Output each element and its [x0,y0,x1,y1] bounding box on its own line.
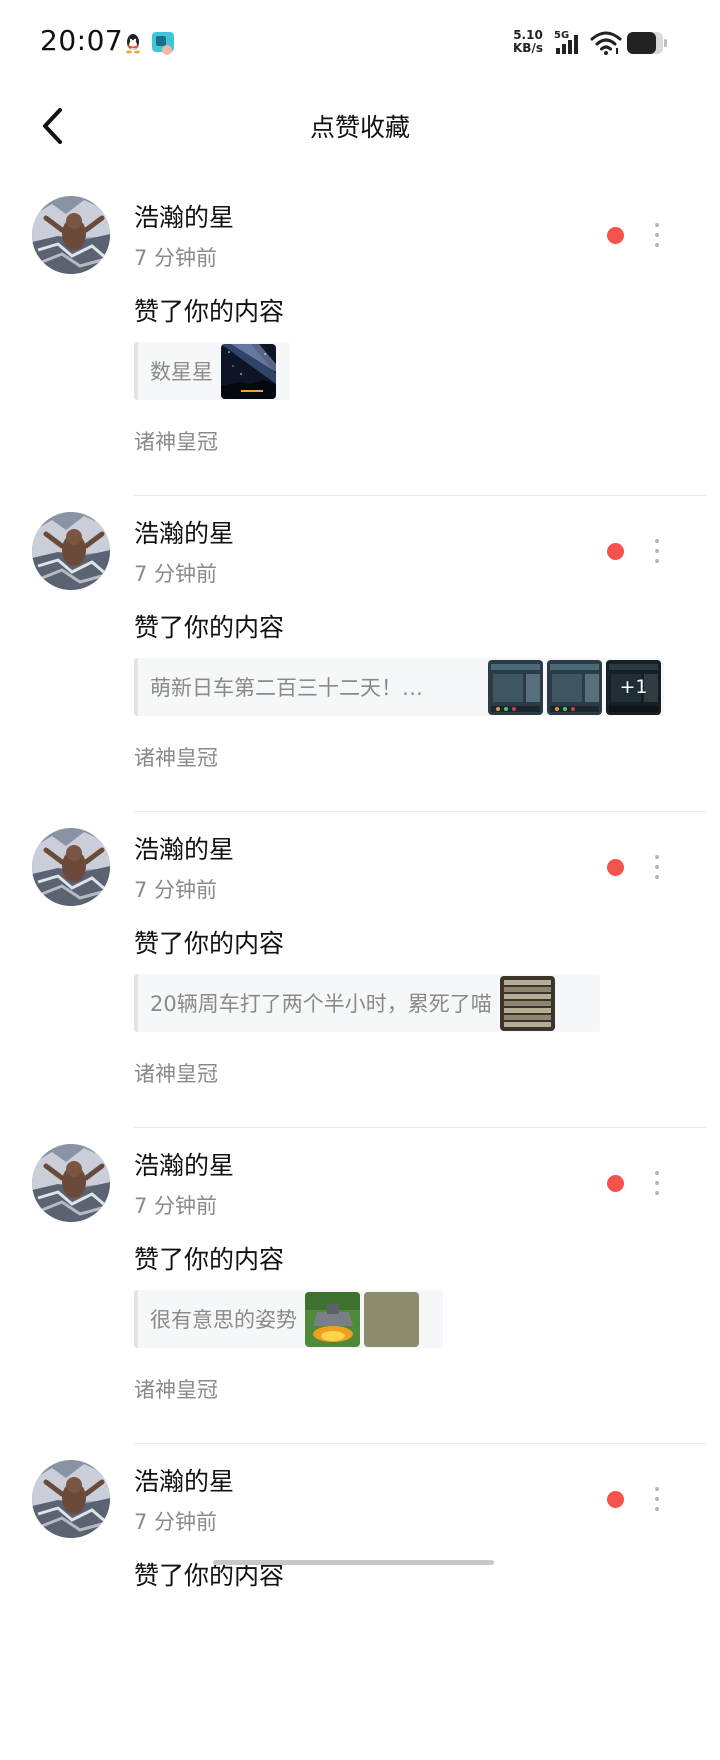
content-text: 数星星 [150,360,213,384]
notification-list: 浩瀚的星 7 分钟前 赞了你的内容 数星星 诸神皇冠 浩瀚的星 7 分钟前 赞了… [0,180,720,1760]
username[interactable]: 浩瀚的星 [134,198,234,234]
wifi-icon [590,31,622,55]
timestamp: 7 分钟前 [134,562,218,586]
thumbnail-list [305,1291,419,1347]
status-time: 20:07 [40,24,124,57]
username[interactable]: 浩瀚的星 [134,1146,234,1182]
avatar[interactable] [32,828,110,906]
page-title: 点赞收藏 [309,113,410,142]
signal-5g-icon: 5G [554,30,578,54]
more-options-button[interactable] [646,852,668,882]
network-speed: 5.10 KB/s [513,28,543,55]
unread-dot [607,859,624,876]
username[interactable]: 浩瀚的星 [134,1462,234,1498]
header: 点赞收藏 [0,88,720,164]
timestamp: 7 分钟前 [134,246,218,270]
unread-dot [607,1491,624,1508]
action-text: 赞了你的内容 [134,1245,285,1274]
thumbnail-image[interactable] [305,1291,360,1347]
action-text: 赞了你的内容 [134,297,285,326]
thumbnail-image[interactable]: +1 [606,659,661,715]
qq-notification-icon [126,34,140,54]
content-preview-card[interactable]: 萌新日车第二百三十二天！… +1 [134,658,664,716]
unread-dot [607,543,624,560]
thumbnail-image[interactable] [364,1291,419,1347]
notification-item[interactable]: 浩瀚的星 7 分钟前 赞了你的内容 萌新日车第二百三十二天！… +1 诸神皇冠 [0,496,720,812]
unread-dot [607,1175,624,1192]
timestamp: 7 分钟前 [134,878,218,902]
content-text: 很有意思的姿势 [150,1308,297,1332]
avatar[interactable] [32,1460,110,1538]
source-label[interactable]: 诸神皇冠 [134,1374,218,1404]
notification-item[interactable]: 浩瀚的星 7 分钟前 赞了你的内容 [0,1444,720,1760]
avatar[interactable] [32,1144,110,1222]
username[interactable]: 浩瀚的星 [134,514,234,550]
more-options-button[interactable] [646,536,668,566]
thumbnail-list: +1 [488,659,661,715]
svg-text:5G: 5G [554,30,569,41]
action-text: 赞了你的内容 [134,613,285,642]
unread-dot [607,227,624,244]
content-preview-card[interactable]: 20辆周车打了两个半小时，累死了喵 [134,974,600,1032]
avatar[interactable] [32,512,110,590]
more-options-button[interactable] [646,1484,668,1514]
source-label[interactable]: 诸神皇冠 [134,426,218,456]
thumbnail-image[interactable] [547,659,602,715]
thumbnail-image[interactable] [499,975,555,1031]
battery-icon [627,32,667,54]
username[interactable]: 浩瀚的星 [134,830,234,866]
thumbnail-list [499,975,555,1031]
content-text: 20辆周车打了两个半小时，累死了喵 [150,992,492,1016]
thumbnail-image[interactable] [488,659,543,715]
timestamp: 7 分钟前 [134,1510,218,1534]
extra-count-badge: +1 [606,659,661,715]
more-options-button[interactable] [646,1168,668,1198]
timestamp: 7 分钟前 [134,1194,218,1218]
status-bar: 20:07 5.10 KB/s 5G [0,0,720,88]
more-options-button[interactable] [646,220,668,250]
notification-item[interactable]: 浩瀚的星 7 分钟前 赞了你的内容 数星星 诸神皇冠 [0,180,720,496]
app-notification-icon [152,32,174,55]
home-indicator[interactable] [213,1560,494,1565]
source-label[interactable]: 诸神皇冠 [134,742,218,772]
content-text: 萌新日车第二百三十二天！… [150,676,423,700]
notification-item[interactable]: 浩瀚的星 7 分钟前 赞了你的内容 20辆周车打了两个半小时，累死了喵 诸神皇冠 [0,812,720,1128]
content-preview-card[interactable]: 数星星 [134,342,290,400]
content-preview-card[interactable]: 很有意思的姿势 [134,1290,443,1348]
thumbnail-list [221,343,276,399]
action-text: 赞了你的内容 [134,929,285,958]
avatar[interactable] [32,196,110,274]
thumbnail-image[interactable] [221,343,276,399]
notification-item[interactable]: 浩瀚的星 7 分钟前 赞了你的内容 很有意思的姿势 诸神皇冠 [0,1128,720,1444]
source-label[interactable]: 诸神皇冠 [134,1058,218,1088]
